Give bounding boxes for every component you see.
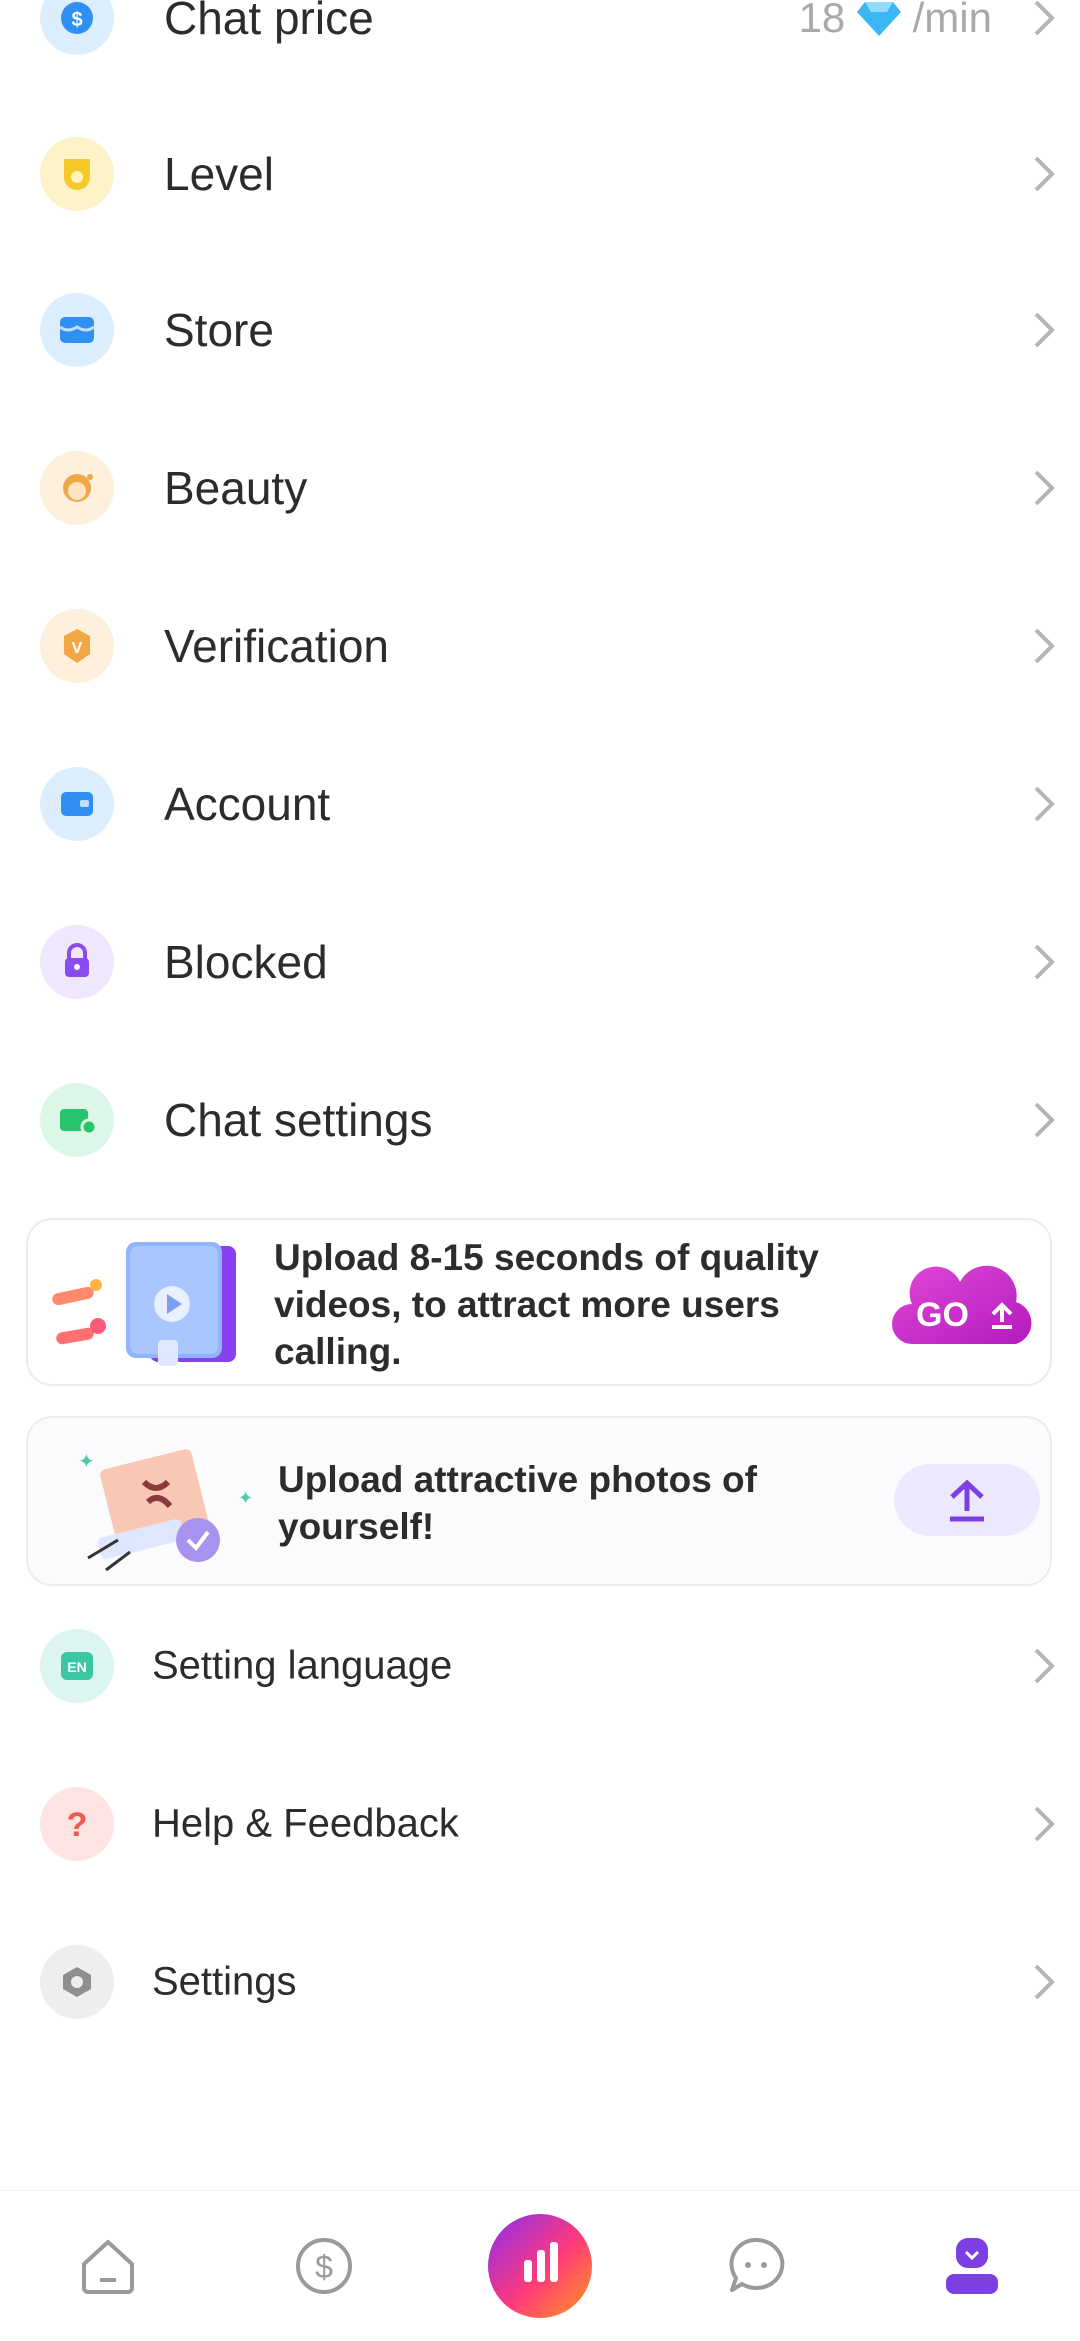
menu-label: Chat settings xyxy=(164,1094,433,1146)
upload-arrow-icon xyxy=(950,1479,984,1522)
menu-item-level[interactable]: Level xyxy=(0,114,1080,234)
menu-item-settings[interactable]: Settings xyxy=(0,1922,1080,2042)
menu-item-beauty[interactable]: Beauty xyxy=(0,428,1080,548)
upload-photo-button[interactable] xyxy=(894,1464,1040,1536)
svg-text:V: V xyxy=(72,640,83,657)
medal-icon xyxy=(40,137,114,211)
menu-label: Help & Feedback xyxy=(152,1801,459,1846)
menu-item-help-feedback[interactable]: ? Help & Feedback xyxy=(0,1764,1080,1884)
chevron-right-icon xyxy=(1034,470,1055,506)
profile-icon xyxy=(946,2238,998,2294)
video-upload-illustration-icon xyxy=(52,1242,236,1366)
menu-item-blocked[interactable]: Blocked xyxy=(0,902,1080,1022)
svg-text:?: ? xyxy=(67,1806,88,1844)
go-label: GO xyxy=(916,1296,969,1334)
upload-video-text: Upload 8-15 seconds of quality videos, t… xyxy=(274,1237,819,1372)
dollar-icon: $ xyxy=(296,2238,352,2294)
menu-item-chat-settings[interactable]: Chat settings xyxy=(0,1060,1080,1180)
nav-wallet[interactable]: $ xyxy=(216,2191,432,2341)
upload-arrow-icon xyxy=(991,1302,1013,1329)
chat-price-value: 18 /min xyxy=(799,0,992,42)
diamond-icon xyxy=(856,2,901,36)
price-number: 18 xyxy=(798,0,846,41)
svg-text:$: $ xyxy=(315,2249,333,2285)
chevron-right-icon xyxy=(1034,1102,1055,1138)
svg-text:EN: EN xyxy=(67,1659,86,1675)
bottom-nav-bar: $ xyxy=(0,2190,1080,2341)
menu-label: Chat price xyxy=(164,0,374,44)
verified-badge-icon: V xyxy=(40,609,114,683)
menu-item-setting-language[interactable]: EN Setting language xyxy=(0,1606,1080,1726)
chevron-right-icon xyxy=(1034,0,1055,36)
svg-text:✦: ✦ xyxy=(78,1451,95,1473)
upload-video-card[interactable]: Upload 8-15 seconds of quality videos, t… xyxy=(26,1218,1052,1386)
menu-label: Verification xyxy=(164,620,390,672)
beauty-face-icon xyxy=(40,451,114,525)
chat-bubble-icon xyxy=(729,2237,785,2292)
lock-icon xyxy=(40,925,114,999)
store-icon xyxy=(40,293,114,367)
menu-item-chat-price[interactable]: $ Chat price 18 /min xyxy=(0,0,1080,78)
chevron-right-icon xyxy=(1034,628,1055,664)
chevron-right-icon xyxy=(1034,944,1055,980)
photo-upload-illustration-icon: ✦ ✦ xyxy=(78,1449,253,1572)
upload-photo-card[interactable]: ✦ ✦ Upload attractive photos of yourself… xyxy=(26,1416,1052,1586)
settings-hexagon-icon xyxy=(40,1945,114,2019)
menu-label: Setting language xyxy=(152,1643,453,1688)
menu-label: Blocked xyxy=(164,936,328,988)
chevron-right-icon xyxy=(1034,1648,1055,1684)
menu-label: Account xyxy=(164,778,331,830)
nav-live[interactable] xyxy=(432,2191,648,2341)
dollar-coin-icon: $ xyxy=(40,0,114,55)
wallet-icon xyxy=(40,767,114,841)
menu-label: Settings xyxy=(152,1959,297,2004)
home-icon xyxy=(82,2240,134,2294)
chevron-right-icon xyxy=(1034,786,1055,822)
chat-camera-icon xyxy=(40,1083,114,1157)
language-en-icon: EN xyxy=(40,1629,114,1703)
menu-label: Level xyxy=(164,148,274,200)
price-unit: /min xyxy=(912,0,992,41)
chevron-right-icon xyxy=(1034,156,1055,192)
menu-label: Beauty xyxy=(164,462,308,514)
svg-text:✦: ✦ xyxy=(238,1488,253,1508)
menu-item-account[interactable]: Account xyxy=(0,744,1080,864)
chevron-right-icon xyxy=(1034,312,1055,348)
menu-item-store[interactable]: Store xyxy=(0,270,1080,390)
nav-profile[interactable] xyxy=(864,2191,1080,2341)
svg-text:$: $ xyxy=(71,9,82,31)
upload-photo-text: Upload attractive photos of yourself! xyxy=(278,1459,757,1547)
live-stats-icon xyxy=(488,2214,592,2318)
go-upload-button[interactable]: GO xyxy=(890,1258,1038,1348)
chevron-right-icon xyxy=(1034,1806,1055,1842)
chevron-right-icon xyxy=(1034,1964,1055,2000)
nav-home[interactable] xyxy=(0,2191,216,2341)
help-question-icon: ? xyxy=(40,1787,114,1861)
menu-label: Store xyxy=(164,304,274,356)
nav-messages[interactable] xyxy=(648,2191,864,2341)
menu-item-verification[interactable]: V Verification xyxy=(0,586,1080,706)
